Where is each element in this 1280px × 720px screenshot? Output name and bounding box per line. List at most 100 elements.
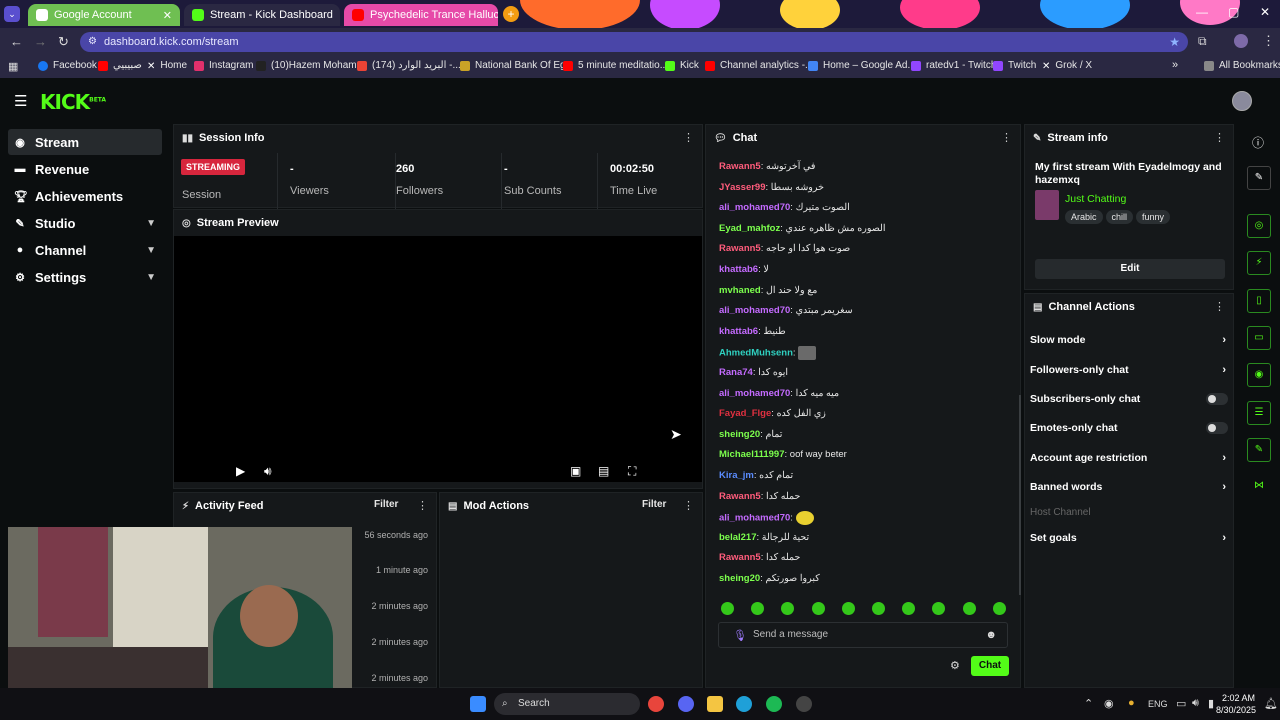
chat-message-input[interactable]: 🎙︎ Send a message ☻ — [718, 622, 1008, 648]
tab-kick-dashboard[interactable]: Stream - Kick Dashboard ✕ — [184, 4, 340, 26]
reload-icon[interactable]: ↻ — [58, 34, 69, 50]
maximize-window-button[interactable]: ▢ — [1228, 5, 1239, 19]
volume-icon[interactable]: 🔊︎ — [264, 464, 272, 479]
close-window-button[interactable]: ✕ — [1260, 5, 1270, 19]
quick-emote-icon[interactable] — [872, 602, 885, 615]
notification-bell-icon[interactable]: 🔔︎ — [1264, 697, 1278, 710]
clock-date[interactable]: 8/30/2025 — [1216, 705, 1256, 715]
close-tab-icon[interactable]: ✕ — [157, 9, 172, 22]
quick-emote-icon[interactable] — [811, 602, 825, 615]
rail-wrench-button[interactable]: ✎ — [1247, 438, 1271, 462]
mod-filter-button[interactable]: Filter — [642, 499, 666, 510]
bookmark-grok[interactable]: ✕ Grok / X — [1042, 60, 1092, 72]
chat-username[interactable]: Michael111997 — [719, 449, 785, 460]
chat-username[interactable]: ali_mohamed70 — [719, 388, 790, 399]
more-options-icon[interactable]: ⋮ — [1214, 300, 1225, 313]
chat-username[interactable]: Eyad_mahfoz — [719, 223, 780, 234]
quick-emote-icon[interactable] — [721, 602, 734, 615]
action-set-goals[interactable]: Set goals › — [1030, 527, 1230, 549]
chat-username[interactable]: mvhaned — [719, 285, 761, 296]
stream-preview-video[interactable]: ▶ 🔊︎ ▣ ▤ ⛶ — [174, 236, 702, 482]
emoji-icon[interactable]: ☻ — [985, 629, 997, 641]
pip-icon[interactable]: ▣ — [570, 464, 581, 478]
quick-emote-icon[interactable] — [841, 602, 855, 615]
play-icon[interactable]: ▶ — [236, 464, 245, 478]
chat-username[interactable]: Rana74 — [719, 367, 753, 378]
chat-username[interactable]: khattab6 — [719, 264, 758, 275]
extensions-icon[interactable]: ⧉ — [1198, 34, 1207, 49]
microphone-icon[interactable]: 🎙︎ — [733, 629, 747, 642]
chat-settings-icon[interactable]: ⚙ — [950, 659, 960, 672]
rail-phone-button[interactable]: ▯ — [1247, 289, 1271, 313]
tab-google-account[interactable]: Google Account ✕ — [28, 4, 180, 26]
more-bookmarks-icon[interactable]: » — [1172, 59, 1178, 71]
bookmark-google-ads[interactable]: Home – Google Ad... — [808, 60, 916, 71]
quick-emote-icon[interactable] — [932, 602, 946, 615]
chat-send-button[interactable]: Chat — [971, 656, 1009, 676]
edit-stream-button[interactable]: Edit — [1035, 259, 1225, 279]
taskbar-search[interactable]: ⌕ Search — [494, 693, 640, 715]
windows-start-icon[interactable] — [470, 696, 486, 712]
quick-emote-icon[interactable] — [902, 602, 916, 615]
chat-scrollbar[interactable] — [1019, 395, 1021, 595]
edge-icon[interactable] — [736, 696, 752, 712]
action-followers-only[interactable]: Followers-only chat › — [1030, 359, 1230, 381]
volume-icon[interactable]: 🔊︎ — [1192, 697, 1199, 710]
tag[interactable]: Arabic — [1065, 210, 1103, 224]
bookmark-meditation[interactable]: 5 minute meditatio... — [563, 60, 668, 71]
tab-search-button[interactable]: ⌄ — [4, 6, 20, 22]
category-thumbnail[interactable] — [1035, 190, 1059, 220]
back-icon[interactable]: ← — [10, 34, 23, 49]
more-options-icon[interactable]: ⋮ — [1214, 131, 1225, 144]
user-avatar[interactable] — [1232, 91, 1252, 111]
chat-username[interactable]: JYasser99 — [719, 182, 766, 193]
action-slow-mode[interactable]: Slow mode › — [1030, 329, 1230, 351]
close-tab-icon[interactable]: ✕ — [333, 9, 340, 22]
bookmark-instagram[interactable]: Instagram — [194, 60, 253, 71]
rail-broadcast-button[interactable]: ◉ — [1247, 363, 1271, 387]
site-info-icon[interactable]: ⚙ — [88, 32, 97, 52]
bookmark-gmail[interactable]: (174) البريد الوارد -... — [357, 60, 461, 71]
bookmark-twitch[interactable]: Twitch — [993, 60, 1036, 71]
sidebar-item-channel[interactable]: ● Channel ▼ — [8, 237, 162, 263]
theater-mode-icon[interactable]: ▤ — [598, 464, 609, 478]
chat-username[interactable]: Fayad_Flge — [719, 408, 771, 419]
quick-emote-icon[interactable] — [751, 602, 765, 615]
chat-username[interactable]: Rawann5 — [719, 243, 761, 254]
sidebar-item-settings[interactable]: ⚙ Settings ▼ — [8, 264, 162, 290]
rail-edit-button[interactable]: ✎ — [1247, 166, 1271, 190]
tray-chevron-icon[interactable]: ⌃ — [1084, 697, 1093, 710]
chat-username[interactable]: khattab6 — [719, 326, 758, 337]
activity-filter-button[interactable]: Filter — [374, 499, 398, 510]
rail-clip-button[interactable]: ◎ — [1247, 214, 1271, 238]
more-options-icon[interactable]: ⋮ — [1001, 131, 1012, 144]
chat-username[interactable]: belal217 — [719, 532, 757, 543]
menu-icon[interactable]: ⋮ — [1262, 33, 1275, 49]
forward-icon[interactable]: → — [34, 34, 47, 49]
bookmark-kick[interactable]: Kick — [665, 60, 699, 71]
chat-username[interactable]: ali_mohamed70 — [719, 202, 790, 213]
bookmark-facebook[interactable]: Facebook — [38, 60, 97, 71]
chat-username[interactable]: ali_mohamed70 — [719, 513, 790, 524]
chat-username[interactable]: Rawann5 — [719, 161, 761, 172]
chrome-icon[interactable] — [648, 696, 664, 712]
chat-username[interactable]: Rawann5 — [719, 491, 761, 502]
chat-username[interactable]: ali_mohamed70 — [719, 305, 790, 316]
language-indicator[interactable]: ENG — [1148, 699, 1168, 709]
bookmark-tiktok[interactable]: (10)Hazem Moham... — [256, 60, 365, 71]
rail-share-button[interactable]: ⋈ — [1247, 475, 1271, 499]
quick-emote-icon[interactable] — [962, 602, 976, 615]
sidebar-item-stream[interactable]: ◉ Stream — [8, 129, 162, 155]
new-tab-button[interactable]: + — [503, 6, 519, 22]
category-name[interactable]: Just Chatting — [1065, 193, 1126, 205]
tag[interactable]: chill — [1105, 210, 1134, 224]
bookmark-channel-analytics[interactable]: Channel analytics -... — [705, 60, 813, 71]
apps-icon[interactable]: ▦ — [8, 60, 18, 73]
bookmark-nbe[interactable]: National Bank Of Eg... — [460, 60, 574, 71]
chat-username[interactable]: sheing20 — [719, 429, 760, 440]
fullscreen-icon[interactable]: ⛶ — [628, 464, 636, 479]
more-options-icon[interactable]: ⋮ — [683, 131, 694, 144]
network-icon[interactable]: ▭ — [1176, 697, 1186, 710]
chat-username[interactable]: Kira_jm — [719, 470, 754, 481]
tray-mic-icon[interactable]: ● — [1128, 697, 1135, 709]
